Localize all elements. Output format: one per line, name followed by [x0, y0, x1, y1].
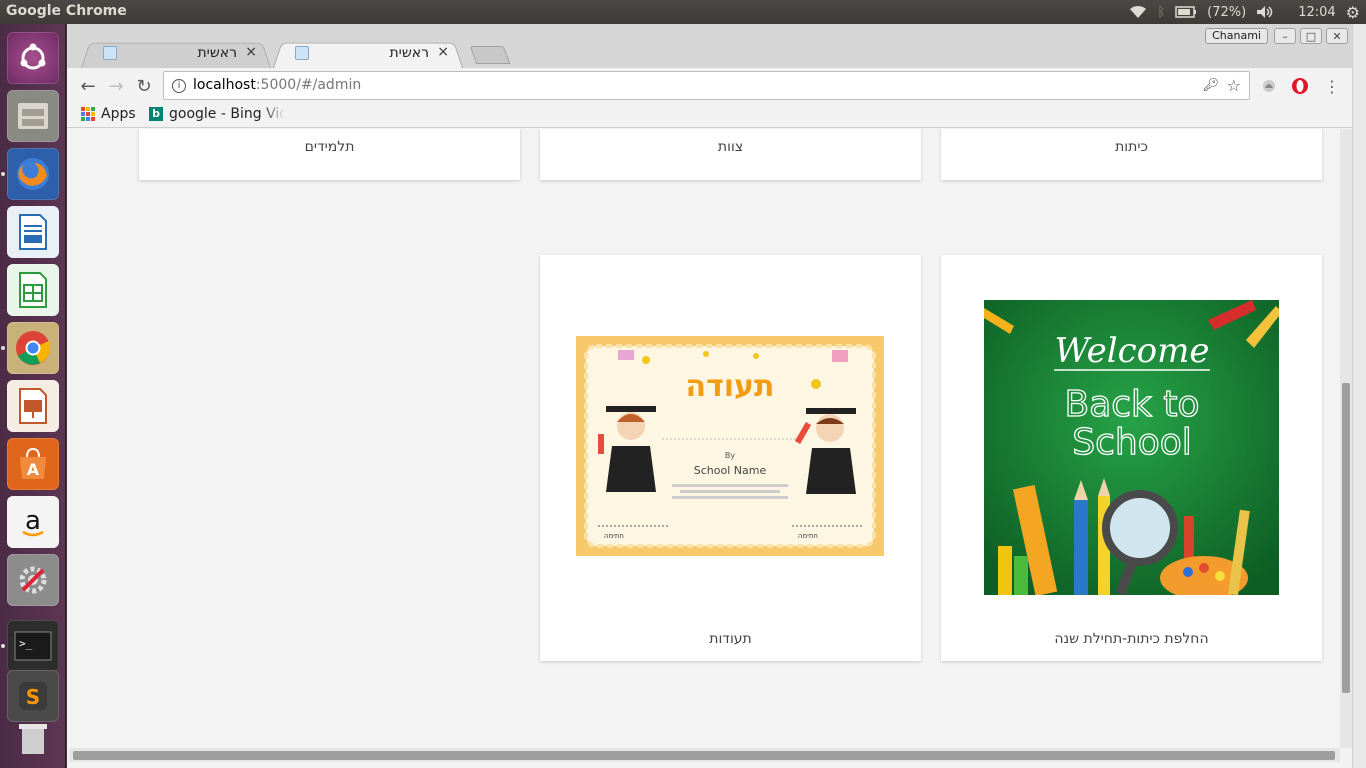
new-tab-button[interactable] [469, 46, 511, 64]
terminal-icon[interactable]: >_ [7, 620, 59, 672]
svg-text:>_: >_ [19, 637, 33, 650]
card-caption: תעודות [709, 631, 752, 647]
apps-shortcut[interactable]: Apps [81, 106, 136, 122]
tab-close-icon[interactable]: × [245, 44, 257, 60]
ubuntu-dash-icon[interactable] [7, 32, 59, 84]
site-info-icon[interactable]: i [172, 79, 186, 93]
apps-grid-icon [81, 107, 95, 121]
opera-icon[interactable] [1290, 76, 1310, 96]
maximize-button[interactable]: □ [1300, 28, 1322, 44]
card-caption: כיתות [1115, 139, 1148, 155]
school-text: School [1072, 422, 1192, 463]
minimize-button[interactable]: – [1274, 28, 1296, 44]
svg-text:A: A [27, 460, 40, 479]
back-to-school-image: Welcome Back to School [984, 300, 1279, 595]
sublime-text-icon[interactable]: S [7, 670, 59, 722]
key-icon[interactable]: 🔑︎ [1202, 72, 1219, 99]
system-settings-icon[interactable] [7, 554, 59, 606]
desktop-edge [1352, 24, 1366, 768]
tab-strip: ראשית × ראשית × Chanami – □ ✕ [67, 24, 1352, 68]
card-caption: צוות [717, 139, 744, 155]
bluetooth-icon[interactable]: ᛒ [1157, 5, 1165, 20]
card-staff[interactable]: צוות [540, 129, 921, 180]
signature-label-right: חתימה [798, 532, 818, 540]
wifi-icon[interactable] [1129, 5, 1147, 19]
software-center-icon[interactable]: A [7, 438, 59, 490]
volume-icon[interactable] [1256, 5, 1274, 19]
signature-label-left: חתימה [604, 532, 624, 540]
clock[interactable]: 12:04 [1298, 5, 1335, 20]
tab-home-1[interactable]: ראשית × [81, 40, 271, 68]
horizontal-scrollbar[interactable] [69, 748, 1340, 762]
page-content: תלמידים צוות כיתות תעודה By School Name [69, 129, 1340, 748]
back-to-text: Back to [1065, 384, 1200, 425]
card-students[interactable]: תלמידים [139, 129, 520, 180]
running-indicator [1, 346, 5, 350]
scrollbar-thumb[interactable] [1342, 383, 1350, 693]
unity-launcher: A a >_ S [0, 24, 66, 768]
firefox-icon[interactable] [7, 148, 59, 200]
battery-icon[interactable] [1175, 6, 1197, 18]
browser-toolbar: ← → ↻ i localhost:5000/#/admin 🔑︎ ☆ ⋮ [67, 68, 1352, 104]
menu-icon[interactable]: ⋮ [1322, 76, 1342, 96]
bookmark-star-icon[interactable]: ☆ [1227, 72, 1241, 99]
bookmarks-bar: Apps b google - Bing Vid [67, 104, 1352, 128]
tab-close-icon[interactable]: × [437, 44, 449, 60]
tab-home-2[interactable]: ראשית × [273, 40, 463, 68]
bookmark-label: google - Bing Vid [169, 106, 285, 122]
files-icon[interactable] [7, 90, 59, 142]
welcome-text: Welcome [1054, 331, 1209, 371]
system-tray: ᛒ (72%) 12:04 ⚙ [1129, 0, 1360, 24]
bing-icon: b [149, 107, 163, 121]
reload-icon[interactable]: ↻ [132, 74, 156, 98]
tab-label: ראשית [389, 45, 429, 61]
extension-icon[interactable] [1259, 76, 1279, 96]
close-window-button[interactable]: ✕ [1326, 28, 1348, 44]
chrome-icon[interactable] [7, 322, 59, 374]
tab-favicon [103, 46, 117, 60]
certificate-school: School Name [694, 464, 767, 477]
card-classes[interactable]: כיתות [941, 129, 1322, 180]
forward-icon[interactable]: → [104, 74, 128, 98]
gear-icon[interactable]: ⚙ [1346, 3, 1360, 22]
certificate-image: תעודה By School Name חתימה חתימה [576, 336, 884, 556]
running-indicator [1, 644, 5, 648]
address-bar[interactable]: i localhost:5000/#/admin 🔑︎ ☆ [163, 71, 1250, 100]
certificate-title: תעודה [685, 369, 774, 404]
back-icon[interactable]: ← [76, 74, 100, 98]
writer-icon[interactable] [7, 206, 59, 258]
card-certificates[interactable]: תעודה By School Name חתימה חתימה תעודות [540, 255, 921, 661]
tab-label: ראשית [197, 45, 237, 61]
running-indicator [1, 172, 5, 176]
profile-button[interactable]: Chanami [1205, 28, 1268, 44]
svg-text:a: a [25, 506, 41, 536]
scrollbar-thumb[interactable] [73, 751, 1335, 760]
amazon-icon[interactable]: a [7, 496, 59, 548]
card-caption: החלפת כיתות-תחילת שנה [1054, 631, 1209, 647]
tab-favicon [295, 46, 309, 60]
bookmark-item[interactable]: b google - Bing Vid [149, 106, 285, 122]
battery-percent: (72%) [1207, 4, 1247, 20]
vertical-scrollbar[interactable] [1340, 129, 1352, 748]
impress-icon[interactable] [7, 380, 59, 432]
apps-label: Apps [101, 106, 136, 122]
card-caption: תלמידים [304, 139, 355, 155]
trash-icon[interactable] [7, 718, 59, 758]
ubuntu-top-panel: Google Chrome ᛒ (72%) 12:04 ⚙ [0, 0, 1366, 24]
svg-text:S: S [26, 685, 40, 709]
url-text: localhost:5000/#/admin [193, 77, 362, 93]
card-class-rollover[interactable]: Welcome Back to School החלפת כיתות-תחילת… [941, 255, 1322, 661]
active-app-title: Google Chrome [6, 3, 127, 19]
calc-icon[interactable] [7, 264, 59, 316]
chrome-window: ראשית × ראשית × Chanami – □ ✕ ← → ↻ i lo… [67, 24, 1352, 768]
certificate-by: By [725, 451, 735, 460]
